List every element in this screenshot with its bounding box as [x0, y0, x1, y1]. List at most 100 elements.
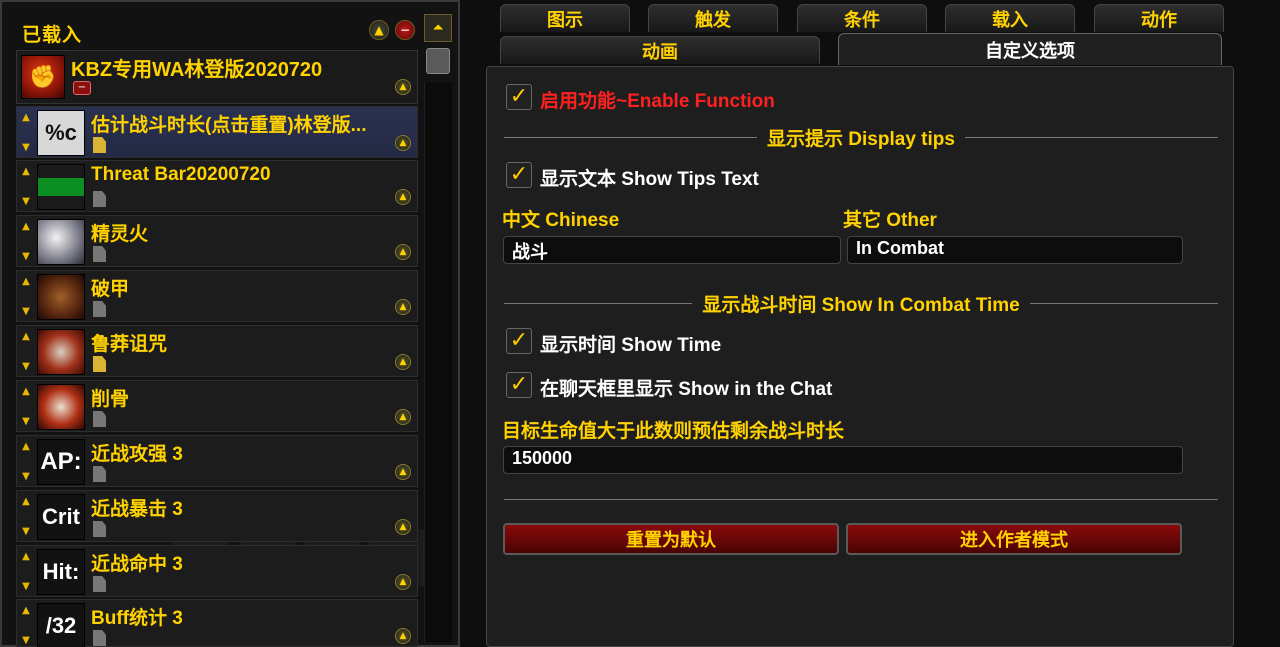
move-up-icon[interactable]: ▲ — [22, 442, 30, 452]
load-toggle-icon[interactable]: ▲ — [395, 519, 411, 535]
tab-custom-options[interactable]: 自定义选项 — [838, 33, 1222, 65]
section-divider — [504, 136, 758, 138]
move-arrows[interactable]: ▲ ▼ — [19, 606, 33, 646]
move-up-icon[interactable]: ▲ — [22, 552, 30, 562]
move-arrows[interactable]: ▲ ▼ — [19, 442, 33, 482]
move-arrows[interactable]: ▲ ▼ — [19, 497, 33, 537]
show-time-label: 显示时间 Show Time — [540, 335, 722, 356]
load-toggle-icon[interactable]: ▲ — [395, 574, 411, 590]
move-down-icon[interactable]: ▼ — [22, 527, 30, 537]
move-down-icon[interactable]: ▼ — [22, 307, 30, 317]
move-down-icon[interactable]: ▼ — [22, 636, 30, 646]
aura-title: 鲁莽诅咒 — [91, 334, 168, 355]
aura-row[interactable]: ▲ ▼ Crit 近战暴击 3 ▲ — [16, 490, 418, 542]
tab-trigger[interactable]: 触发 — [648, 4, 778, 32]
section-title: 显示提示 Display tips — [767, 128, 955, 150]
bottom-divider — [504, 499, 1218, 500]
load-toggle-icon[interactable]: ▲ — [395, 464, 411, 480]
section-title: 显示战斗时间 Show In Combat Time — [702, 294, 1020, 316]
load-toggle-icon[interactable]: ▲ — [395, 409, 411, 425]
load-toggle-icon[interactable]: ▲ — [395, 299, 411, 315]
load-toggle-icon[interactable]: ▲ — [395, 244, 411, 260]
document-icon — [93, 630, 106, 646]
collapse-all-button[interactable]: − — [395, 20, 415, 40]
other-text-input[interactable]: In Combat — [847, 236, 1183, 264]
move-up-icon[interactable]: ▲ — [22, 277, 30, 287]
tab-actions[interactable]: 动作 — [1094, 4, 1224, 32]
scroll-top-button[interactable]: ⏶ — [424, 14, 452, 42]
move-up-icon[interactable]: ▲ — [22, 387, 30, 397]
move-down-icon[interactable]: ▼ — [22, 417, 30, 427]
display-tips-section: 显示提示 Display tips — [504, 124, 1218, 150]
loaded-header: 已载入 — [22, 24, 83, 46]
move-arrows[interactable]: ▲ ▼ — [19, 277, 33, 317]
load-toggle-icon[interactable]: ▲ — [395, 135, 411, 151]
move-arrows[interactable]: ▲ ▼ — [19, 552, 33, 592]
other-label: 其它 Other — [843, 210, 937, 231]
tab-load[interactable]: 载入 — [945, 4, 1075, 32]
aura-row[interactable]: ▲ ▼ 精灵火 ▲ — [16, 215, 418, 267]
section-divider — [1029, 302, 1219, 304]
expand-all-button[interactable]: ▲ — [369, 20, 389, 40]
move-arrows[interactable]: ▲ ▼ — [19, 387, 33, 427]
aura-row[interactable]: ▲ ▼ AP: 近战攻强 3 ▲ — [16, 435, 418, 487]
aura-row[interactable]: ▲ ▼ Hit: 近战命中 3 ▲ — [16, 545, 418, 597]
aura-title: 估计战斗时长(点击重置)林登版... — [91, 115, 367, 136]
up-arrow-icon: ⏶ — [432, 20, 444, 36]
move-arrows[interactable]: ▲ ▼ — [19, 113, 33, 153]
move-down-icon[interactable]: ▼ — [22, 582, 30, 592]
aura-title: 精灵火 — [91, 224, 149, 245]
move-down-icon[interactable]: ▼ — [22, 197, 30, 207]
aura-title: Threat Bar20200720 — [91, 164, 271, 185]
group-collapse-button[interactable]: − — [73, 81, 91, 95]
aura-icon: /32 — [37, 603, 85, 647]
author-mode-button[interactable]: 进入作者模式 — [846, 523, 1182, 555]
load-toggle-icon[interactable]: ▲ — [395, 189, 411, 205]
document-icon — [93, 576, 106, 592]
aura-row[interactable]: ▲ ▼ 削骨 ▲ — [16, 380, 418, 432]
enable-label-en: Enable Function — [627, 91, 775, 112]
reset-default-button[interactable]: 重置为默认 — [503, 523, 839, 555]
tab-display[interactable]: 图示 — [500, 4, 630, 32]
load-toggle-icon[interactable]: ▲ — [395, 354, 411, 370]
aura-title: 破甲 — [91, 279, 130, 300]
threshold-label: 目标生命值大于此数则预估剩余战斗时长 — [502, 421, 845, 442]
move-down-icon[interactable]: ▼ — [22, 143, 30, 153]
show-tips-text-checkbox[interactable]: ✓ — [506, 162, 532, 188]
aura-row[interactable]: ▲ ▼ Threat Bar20200720 ▲ — [16, 160, 418, 212]
enable-function-checkbox[interactable]: ✓ — [506, 84, 532, 110]
move-up-icon[interactable]: ▲ — [22, 332, 30, 342]
document-icon — [93, 246, 106, 262]
curse-of-recklessness-icon — [37, 329, 85, 375]
group-title: KBZ专用WA林登版2020720 — [71, 59, 323, 81]
section-divider — [964, 136, 1218, 138]
move-up-icon[interactable]: ▲ — [22, 222, 30, 232]
load-toggle-icon[interactable]: ▲ — [395, 79, 411, 95]
move-arrows[interactable]: ▲ ▼ — [19, 332, 33, 372]
aura-row[interactable]: ▲ ▼ /32 Buff统计 3 ▲ — [16, 599, 418, 647]
scrollbar-thumb[interactable] — [426, 48, 450, 74]
section-divider — [504, 302, 693, 304]
enable-function-label: 启用功能~Enable Function — [540, 86, 775, 113]
move-arrows[interactable]: ▲ ▼ — [19, 167, 33, 207]
aura-row[interactable]: ▲ ▼ 鲁莽诅咒 ▲ — [16, 325, 418, 377]
chinese-text-input[interactable]: 战斗 — [503, 236, 841, 264]
aura-group-row[interactable]: ✊ KBZ专用WA林登版2020720 − ▲ — [16, 50, 418, 104]
aura-title: 近战暴击 3 — [91, 499, 183, 520]
move-up-icon[interactable]: ▲ — [22, 113, 30, 123]
move-up-icon[interactable]: ▲ — [22, 606, 30, 616]
move-up-icon[interactable]: ▲ — [22, 167, 30, 177]
aura-row[interactable]: ▲ ▼ %c 估计战斗时长(点击重置)林登版... ▲ — [16, 106, 418, 158]
move-down-icon[interactable]: ▼ — [22, 362, 30, 372]
move-down-icon[interactable]: ▼ — [22, 472, 30, 482]
tab-animation[interactable]: 动画 — [500, 36, 820, 64]
move-down-icon[interactable]: ▼ — [22, 252, 30, 262]
aura-row[interactable]: ▲ ▼ 破甲 ▲ — [16, 270, 418, 322]
move-up-icon[interactable]: ▲ — [22, 497, 30, 507]
tab-conditions[interactable]: 条件 — [797, 4, 927, 32]
show-in-chat-checkbox[interactable]: ✓ — [506, 372, 532, 398]
move-arrows[interactable]: ▲ ▼ — [19, 222, 33, 262]
health-threshold-input[interactable]: 150000 — [503, 446, 1183, 474]
show-time-checkbox[interactable]: ✓ — [506, 328, 532, 354]
load-toggle-icon[interactable]: ▲ — [395, 628, 411, 644]
